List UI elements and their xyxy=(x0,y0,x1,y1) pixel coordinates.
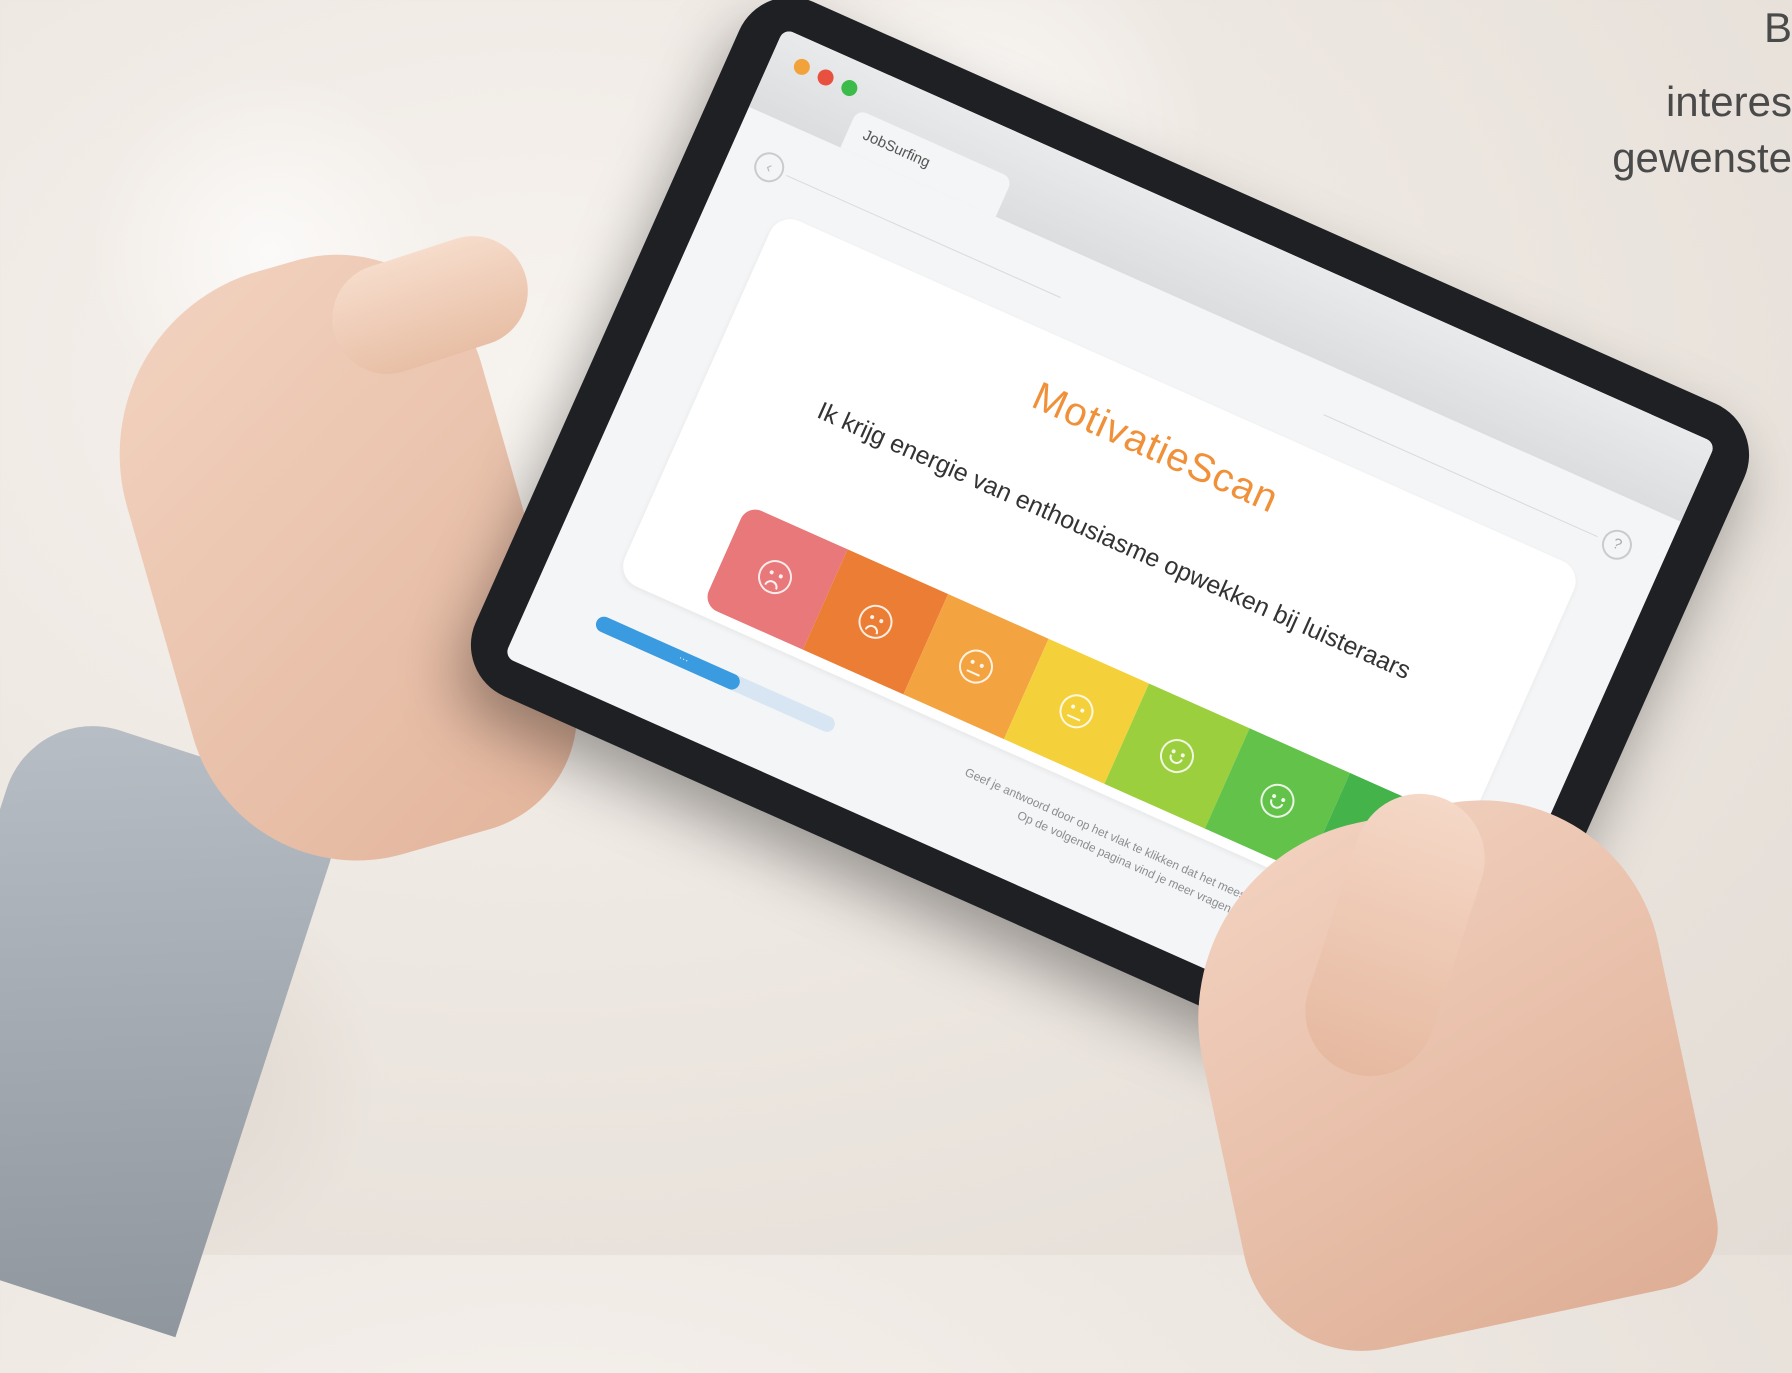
corner-text-line: gewenste xyxy=(1612,134,1792,181)
chevron-left-icon[interactable]: ‹ xyxy=(749,147,789,188)
progress-fill xyxy=(593,614,743,693)
corner-text-line: interes xyxy=(1665,78,1792,125)
window-maximize-dot[interactable] xyxy=(838,77,860,99)
browser-tab[interactable]: JobSurfing xyxy=(840,109,1013,217)
smile-face-icon xyxy=(1154,733,1200,779)
neutral-face-icon xyxy=(1054,688,1099,734)
smile-face-icon xyxy=(1255,778,1300,824)
sad-face-icon xyxy=(752,554,798,600)
question-icon[interactable]: ? xyxy=(1597,524,1637,565)
sad-face-icon xyxy=(853,599,898,645)
window-minimize-dot[interactable] xyxy=(791,56,813,78)
neutral-face-icon xyxy=(953,644,999,690)
corner-text-line: B xyxy=(1763,4,1792,51)
window-close-dot[interactable] xyxy=(815,66,837,89)
corner-marketing-text: B interes gewenste xyxy=(1532,0,1792,190)
